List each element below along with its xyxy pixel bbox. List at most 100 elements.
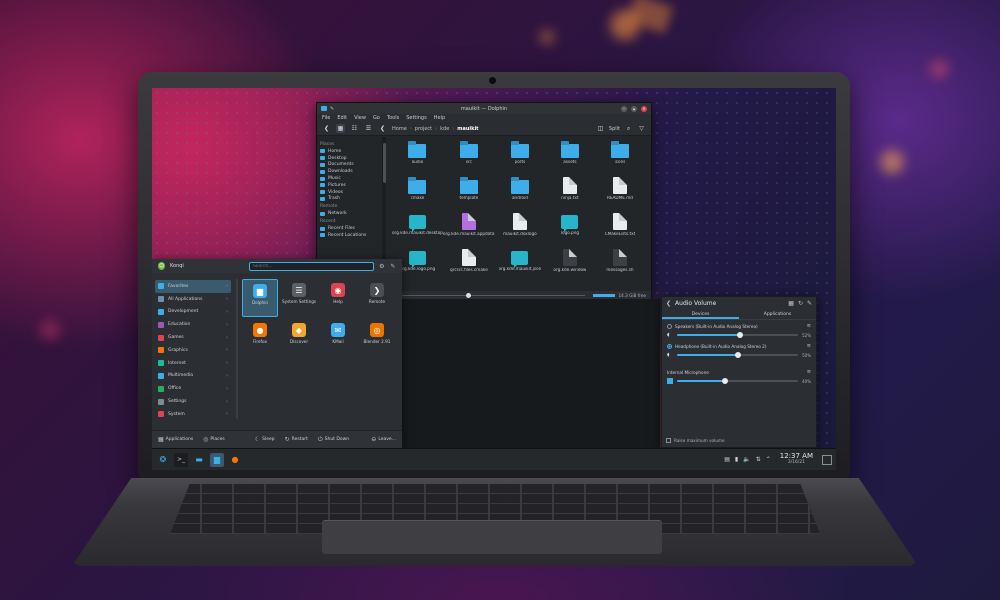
minimize-button[interactable]: – xyxy=(621,105,627,112)
file-item[interactable]: org.kde.mauikit.desktop xyxy=(392,213,443,249)
app-discover[interactable]: ◆ Discover xyxy=(281,319,317,357)
menu-item-tools[interactable]: Tools xyxy=(387,115,399,121)
default-device-radio[interactable] xyxy=(667,323,672,329)
category-favorites[interactable]: Favorites › xyxy=(155,280,231,293)
search-icon[interactable]: ⌕ xyxy=(624,124,633,133)
checkbox[interactable] xyxy=(666,438,671,443)
pin-icon[interactable]: ✎ xyxy=(807,300,812,307)
app-blender-2-91[interactable]: ◎ Blender 2.91 xyxy=(359,319,395,357)
launcher-scrollbar[interactable] xyxy=(236,279,238,419)
maximize-button[interactable]: ▴ xyxy=(631,105,637,112)
filter-icon[interactable]: ▽ xyxy=(637,124,646,133)
category-internet[interactable]: Internet › xyxy=(155,357,231,370)
avatar[interactable]: ☺ xyxy=(158,262,165,270)
file-item[interactable]: template xyxy=(443,177,495,213)
file-item[interactable]: org.kde.window xyxy=(545,249,595,285)
app-remote[interactable]: ❯ Remote xyxy=(359,279,395,317)
output-volume-slider[interactable]: ◖ 52% xyxy=(667,332,811,338)
terminal-window[interactable] xyxy=(402,299,660,449)
category-graphics[interactable]: Graphics › xyxy=(155,344,231,357)
volume-knob[interactable] xyxy=(736,332,743,338)
file-item[interactable]: messages.sh xyxy=(595,249,645,285)
app-firefox[interactable]: ● Firefox xyxy=(242,319,278,357)
file-item[interactable]: CMakeLists.txt xyxy=(595,213,645,249)
menu-icon[interactable]: ≡ xyxy=(807,323,811,329)
back-button[interactable]: ❮ xyxy=(322,124,331,133)
file-item[interactable]: org.kde.mauikit.json xyxy=(495,249,545,285)
app-kmail[interactable]: ✉ KMail xyxy=(320,319,356,357)
place-item[interactable]: Home xyxy=(320,148,379,155)
clipboard-icon[interactable]: ▤ xyxy=(724,456,730,463)
split-button[interactable]: Split xyxy=(609,126,620,132)
file-item[interactable]: icons xyxy=(595,141,645,177)
menu-item-settings[interactable]: Settings xyxy=(406,115,427,121)
leave-button[interactable]: ⊖ Leave... xyxy=(371,436,396,443)
category-development[interactable]: Development › xyxy=(155,306,231,319)
pin-icon[interactable]: ✎ xyxy=(330,106,334,112)
raise-max-volume-checkbox[interactable]: Raise maximum volume xyxy=(666,438,725,443)
category-settings[interactable]: Settings › xyxy=(155,395,231,408)
file-item[interactable]: README.md xyxy=(595,177,645,213)
restart-button[interactable]: ↻ Restart xyxy=(285,436,308,443)
category-multimedia[interactable]: Multimedia › xyxy=(155,370,231,383)
place-item[interactable]: Recent Files xyxy=(320,225,379,232)
menu-item-file[interactable]: File xyxy=(322,115,330,121)
menu-item-view[interactable]: View xyxy=(354,115,366,121)
pager-icon[interactable]: ▬ xyxy=(192,453,206,467)
default-device-radio[interactable] xyxy=(667,343,672,349)
app-system-settings[interactable]: ☰ System Settings xyxy=(281,279,317,317)
configure-icon[interactable]: ▦ xyxy=(788,300,794,307)
place-item[interactable]: Downloads xyxy=(320,168,379,175)
category-all-applications[interactable]: All Applications › xyxy=(155,293,231,306)
volume-knob[interactable] xyxy=(734,352,741,358)
app-help[interactable]: ◉ Help xyxy=(320,279,356,317)
volume-icon[interactable]: 🔈 xyxy=(743,456,750,463)
place-item[interactable]: Music xyxy=(320,175,379,182)
launcher-icon[interactable]: ❂ xyxy=(156,453,170,467)
file-item[interactable]: android xyxy=(495,177,545,213)
file-item[interactable]: cmake xyxy=(392,177,443,213)
up-button[interactable]: ❮ xyxy=(378,124,387,133)
breadcrumb-item[interactable]: kde xyxy=(440,126,449,132)
file-item[interactable]: ports xyxy=(495,141,545,177)
place-item[interactable]: Videos xyxy=(320,189,379,196)
terminal-icon[interactable]: >_ xyxy=(174,452,188,467)
dolphin-titlebar[interactable]: ✎ mauikit — Dolphin – ▴ × xyxy=(317,103,651,114)
tab-devices[interactable]: Devices xyxy=(662,310,739,319)
refresh-icon[interactable]: ↻ xyxy=(798,300,803,307)
menu-item-edit[interactable]: Edit xyxy=(337,115,347,121)
file-item[interactable]: mauikit.doxlogo xyxy=(495,213,545,249)
dolphin-taskbar-icon[interactable]: ▆ xyxy=(210,452,224,467)
menu-icon[interactable]: ≡ xyxy=(807,369,811,375)
search-input[interactable] xyxy=(248,261,374,271)
place-item[interactable]: Documents xyxy=(320,162,379,169)
tray-expand-icon[interactable]: ⌃ xyxy=(766,456,771,463)
close-button[interactable]: × xyxy=(641,105,647,112)
breadcrumb-item[interactable]: project xyxy=(415,126,432,132)
clock[interactable]: 12:37 AM 3/16/21 xyxy=(780,453,813,466)
category-office[interactable]: Office › xyxy=(155,382,231,395)
tab-places[interactable]: ◎ Places xyxy=(203,436,225,443)
settings-icon[interactable]: ⚙ xyxy=(379,263,385,270)
tab-applications[interactable]: ▦ Applications xyxy=(158,436,193,443)
show-desktop-button[interactable] xyxy=(822,454,832,465)
file-item[interactable]: ninja.txt xyxy=(545,177,595,213)
firefox-icon[interactable]: ● xyxy=(228,453,242,467)
input-volume-slider[interactable]: 40% xyxy=(667,378,811,384)
file-item[interactable]: audio xyxy=(392,141,443,177)
details-view-button[interactable]: ☰ xyxy=(364,124,373,133)
place-item[interactable]: Recent Locations xyxy=(320,232,379,239)
category-education[interactable]: Education › xyxy=(155,318,231,331)
split-icon[interactable]: ◫ xyxy=(596,124,605,133)
network-icon[interactable]: ⇅ xyxy=(756,456,761,463)
shutdown-button[interactable]: ⏻ Shut Down xyxy=(318,436,349,444)
pin-icon[interactable]: ✎ xyxy=(390,263,396,270)
place-item[interactable]: Trash xyxy=(320,196,379,203)
file-item[interactable]: assets xyxy=(545,141,595,177)
file-item[interactable]: org.kde.mauikit.appdata.xml xyxy=(443,213,495,249)
sleep-button[interactable]: ☾ Sleep xyxy=(255,436,275,443)
place-item[interactable]: Desktop xyxy=(320,155,379,162)
menu-icon[interactable]: ≡ xyxy=(807,343,811,349)
breadcrumb-item[interactable]: mauikit xyxy=(457,126,478,132)
app-dolphin[interactable]: ▆ Dolphin xyxy=(242,279,278,317)
